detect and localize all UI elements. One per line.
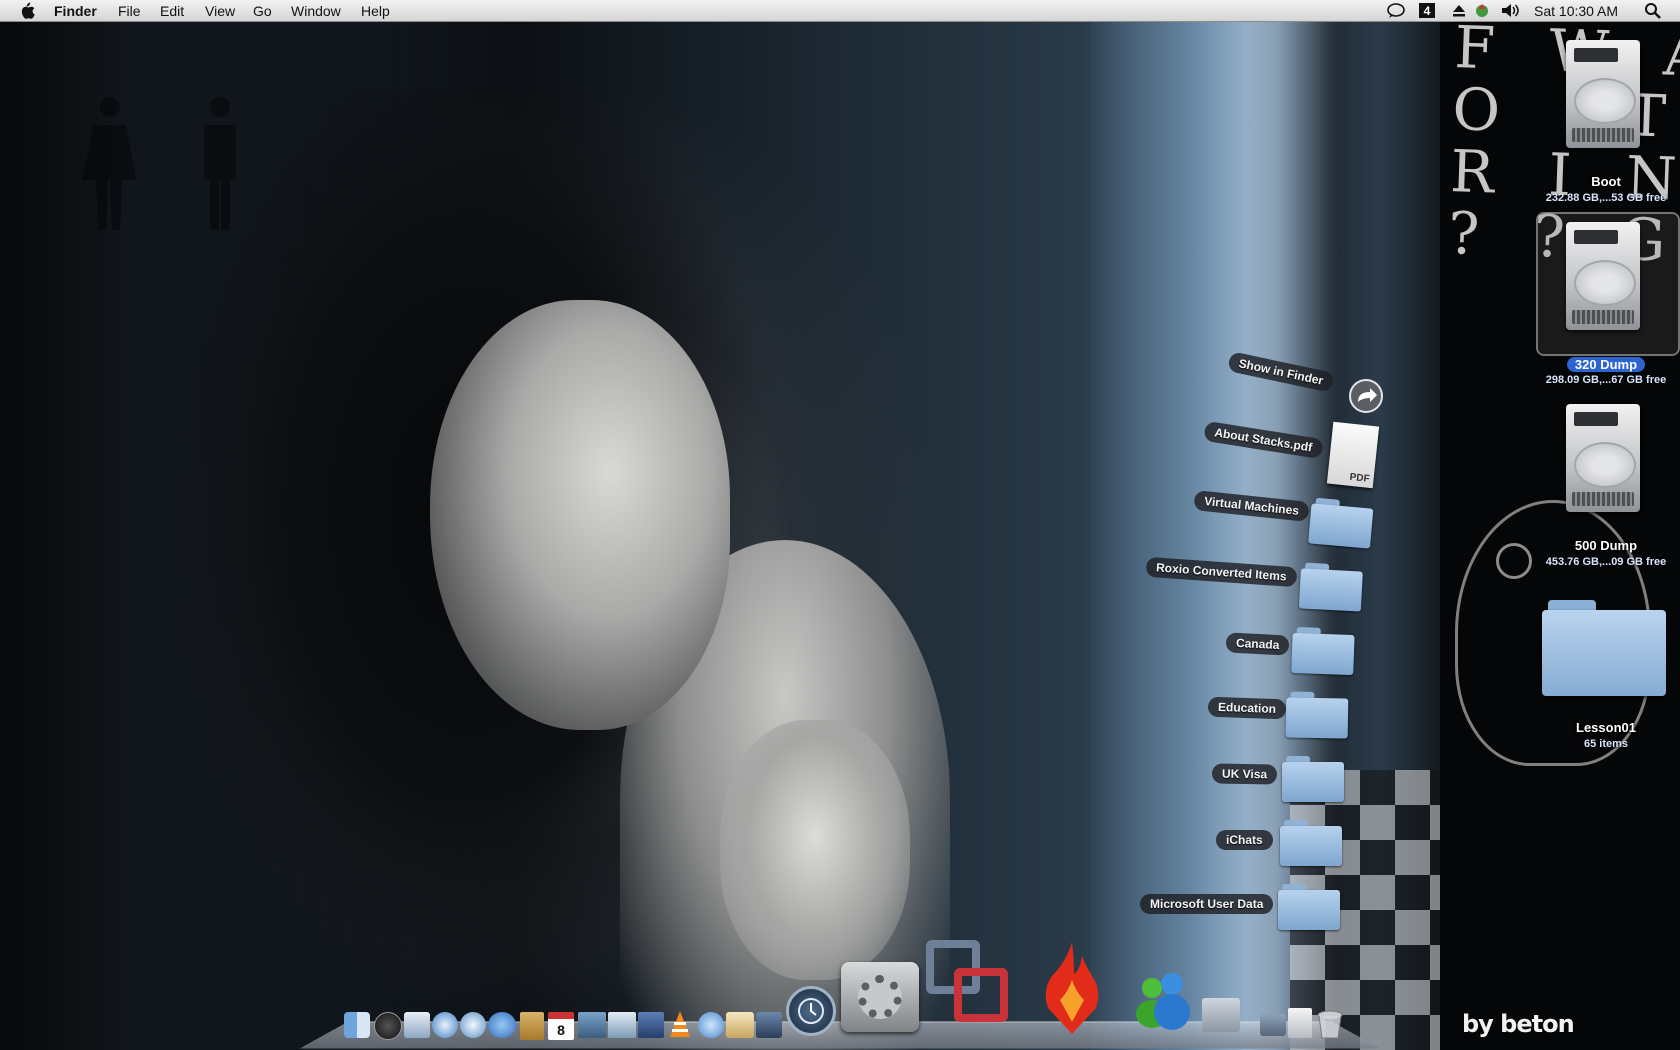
desktop-icon-title: Boot xyxy=(1591,174,1621,189)
wallpaper-signature: by beton xyxy=(1462,1010,1575,1038)
folder-icon[interactable] xyxy=(1308,497,1374,549)
menu-view[interactable]: View xyxy=(205,2,235,20)
downloads-stack-icon[interactable] xyxy=(1260,1014,1286,1036)
menu-help[interactable]: Help xyxy=(361,2,390,20)
pdf-document-icon[interactable]: PDF xyxy=(1326,421,1380,489)
flame-app-icon[interactable] xyxy=(1040,940,1104,1036)
system-preferences-icon[interactable] xyxy=(841,962,919,1032)
airport-icon[interactable] xyxy=(1474,2,1490,19)
vlc-icon[interactable] xyxy=(666,1010,694,1040)
volume-icon[interactable] xyxy=(1500,2,1520,19)
finder-icon[interactable] xyxy=(344,1012,370,1038)
pdf-badge: PDF xyxy=(1349,471,1371,485)
gear-icon xyxy=(858,975,902,1019)
menu-file[interactable]: File xyxy=(118,2,141,20)
messenger-icon[interactable] xyxy=(1130,970,1196,1032)
stack-label-canada[interactable]: Canada xyxy=(1225,632,1290,656)
folder-icon[interactable] xyxy=(1282,756,1344,802)
numbers-icon[interactable] xyxy=(638,1012,664,1038)
time-machine-icon[interactable] xyxy=(786,986,836,1036)
folder-icon[interactable] xyxy=(1285,691,1349,739)
spaces-icon[interactable]: 4 xyxy=(1418,2,1436,19)
wallpaper-face-shape xyxy=(430,300,730,730)
svg-text:4: 4 xyxy=(1424,4,1431,18)
arrow-circle-icon[interactable] xyxy=(1348,378,1384,414)
apple-menu-icon[interactable] xyxy=(18,1,36,20)
folder-icon[interactable] xyxy=(1278,884,1340,930)
folder-icon[interactable] xyxy=(1291,627,1355,676)
menu-bar: Finder File Edit View Go Window Help 4 S… xyxy=(0,0,1680,22)
menu-finder[interactable]: Finder xyxy=(54,2,97,20)
menu-clock[interactable]: Sat 10:30 AM xyxy=(1534,2,1618,20)
folder-icon[interactable] xyxy=(1298,562,1363,612)
finder-folder-icon[interactable] xyxy=(1202,998,1240,1032)
vmware-fusion-icon[interactable] xyxy=(926,940,1020,1034)
hard-drive-icon[interactable] xyxy=(1558,404,1644,514)
desktop-wallpaper: F W A I O T R I N ? ? G by beton xyxy=(0,0,1680,1050)
desktop-icon-subtitle: 232.88 GB,...53 GB free xyxy=(1545,192,1667,204)
spaces-icon[interactable] xyxy=(756,1012,782,1038)
folder-icon[interactable] xyxy=(1542,600,1666,696)
menu-go[interactable]: Go xyxy=(253,2,272,20)
ical-date: 8 xyxy=(557,1021,565,1038)
desktop-icon-subtitle: 298.09 GB,...67 GB free xyxy=(1545,374,1667,386)
chat-bubble-icon[interactable] xyxy=(1386,2,1406,19)
menu-window[interactable]: Window xyxy=(291,2,341,20)
folder-icon[interactable] xyxy=(1280,820,1342,866)
hard-drive-icon[interactable] xyxy=(1558,222,1644,332)
safari-icon[interactable] xyxy=(432,1012,458,1038)
stack-label-education[interactable]: Education xyxy=(1207,696,1287,720)
menu-edit[interactable]: Edit xyxy=(160,2,184,20)
desktop-icon-title: 320 Dump xyxy=(1566,357,1646,372)
eject-icon[interactable] xyxy=(1452,2,1466,19)
safari-alt-icon[interactable] xyxy=(460,1012,486,1038)
desktop-icon-title: 500 Dump xyxy=(1574,538,1638,553)
ichat-icon[interactable] xyxy=(488,1012,516,1038)
ical-icon[interactable]: 8 xyxy=(548,1012,574,1040)
clock-face-icon xyxy=(798,998,824,1024)
documents-stack-icon[interactable] xyxy=(1288,1008,1312,1038)
stack-label-microsoft-user-data[interactable]: Microsoft User Data xyxy=(1140,894,1274,914)
stack-label-ichats[interactable]: iChats xyxy=(1216,830,1273,850)
itunes-icon[interactable] xyxy=(698,1012,724,1038)
address-book-icon[interactable] xyxy=(520,1012,544,1040)
iphoto-icon[interactable] xyxy=(578,1012,606,1038)
desktop-icon-subtitle: 453.76 GB,...09 GB free xyxy=(1545,556,1667,568)
spotlight-icon[interactable] xyxy=(1644,2,1662,19)
desktop-icon-subtitle: 65 items xyxy=(1583,738,1629,750)
wallpaper-hand-shape xyxy=(720,720,910,980)
trash-icon[interactable] xyxy=(1316,1010,1344,1040)
hard-drive-icon[interactable] xyxy=(1558,40,1644,150)
desktop-icon-title: Lesson01 xyxy=(1576,720,1636,735)
dashboard-icon[interactable] xyxy=(374,1012,402,1040)
openoffice-icon[interactable] xyxy=(608,1012,636,1038)
desktop-icon-title-wrap: 320 Dump xyxy=(1526,356,1680,374)
stack-label-uk-visa[interactable]: UK Visa xyxy=(1211,763,1278,785)
mail-icon[interactable] xyxy=(726,1012,754,1038)
preview-icon[interactable] xyxy=(404,1012,430,1038)
